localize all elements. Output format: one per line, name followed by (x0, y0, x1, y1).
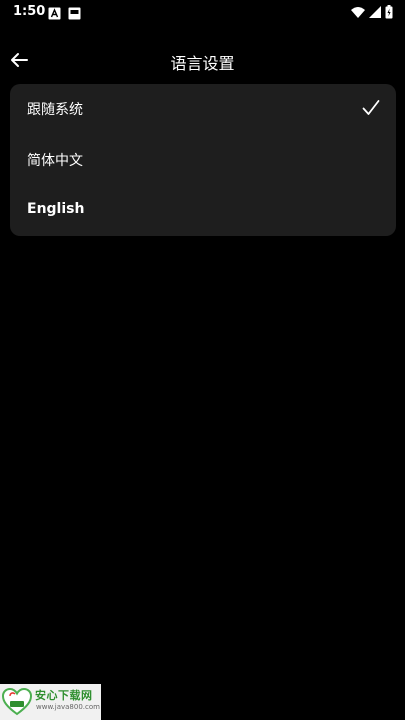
option-label: 跟随系统 (27, 102, 83, 118)
option-label: English (27, 201, 85, 217)
status-bar: 1:50 (0, 0, 405, 24)
accessibility-a-icon (48, 5, 61, 24)
option-english[interactable]: English (10, 186, 396, 236)
option-simplified-chinese[interactable]: 简体中文 (10, 135, 396, 185)
battery-charging-icon (385, 4, 393, 23)
status-left-icons (48, 5, 81, 24)
status-time: 1:50 (13, 4, 46, 19)
page-title: 语言设置 (170, 54, 235, 73)
language-options-card: 跟随系统 简体中文 English (10, 84, 396, 236)
signal-icon (369, 4, 381, 23)
app-bar: 语言设置 (0, 40, 405, 80)
check-icon (362, 100, 380, 115)
heart-logo-icon (2, 688, 32, 716)
watermark-url: www.java800.com (36, 703, 100, 711)
option-label: 简体中文 (27, 153, 83, 169)
screen-cast-icon (68, 5, 81, 24)
option-follow-system[interactable]: 跟随系统 (10, 84, 396, 134)
watermark-title: 安心下载网 (35, 689, 93, 702)
wifi-icon (351, 4, 365, 23)
status-right-icons (351, 4, 393, 23)
watermark: 安心下载网 www.java800.com (0, 684, 101, 720)
